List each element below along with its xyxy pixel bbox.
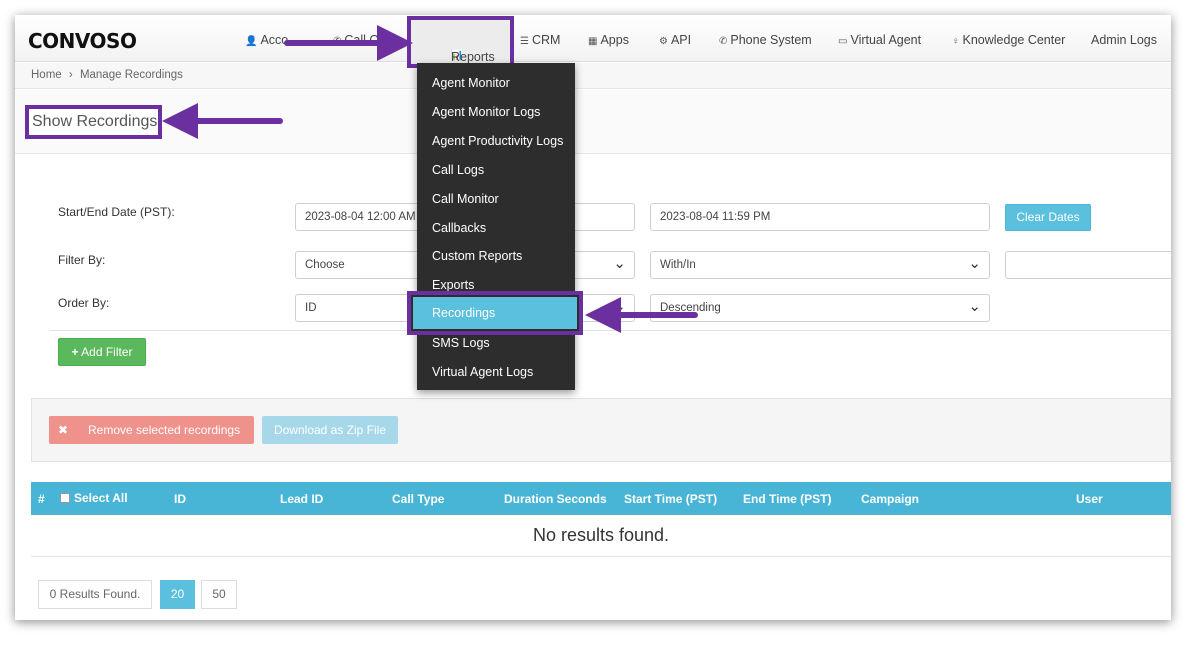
breadcrumb-home[interactable]: Home	[31, 69, 62, 81]
remove-recordings-label: Remove selected recordings	[88, 423, 241, 437]
filter-by-label: Filter By:	[58, 253, 106, 267]
gear-icon: ⚙	[659, 36, 668, 47]
col-call-type[interactable]: Call Type	[392, 492, 444, 506]
phone-icon: ✆	[719, 36, 728, 47]
breadcrumb: Home › Manage Recordings	[15, 63, 1171, 89]
nav-apps-label: Apps	[600, 33, 629, 47]
menu-agent-monitor[interactable]: Agent Monitor	[432, 76, 510, 90]
order-by-label: Order By:	[58, 296, 110, 310]
clear-dates-button[interactable]: Clear Dates	[1005, 204, 1091, 231]
menu-sms-logs[interactable]: SMS Logs	[432, 336, 490, 350]
app-window: CONVOSO 👤 Acco ✆ Call C ☰ CRM ▦ Apps ⚙ API ✆ P…	[15, 15, 1171, 620]
breadcrumb-current: Manage Recordings	[79, 69, 183, 81]
select-all-checkbox[interactable]	[60, 493, 70, 503]
page-title: Show Recordings	[32, 113, 158, 130]
add-filter-button[interactable]: + Add Filter	[58, 338, 146, 366]
recordings-table-header: # Select All ID Lead ID Call Type Durati…	[31, 482, 1171, 515]
nav-reports-label: Reports	[451, 50, 495, 64]
menu-callbacks[interactable]: Callbacks	[432, 221, 486, 235]
add-filter-label: Add Filter	[81, 345, 133, 359]
col-user[interactable]: User	[1076, 492, 1103, 506]
nav-apps[interactable]: ▦ Apps	[588, 33, 629, 47]
empty-state: No results found.	[31, 515, 1171, 557]
menu-agent-monitor-logs[interactable]: Agent Monitor Logs	[432, 105, 540, 119]
nav-crm-label: CRM	[531, 33, 561, 47]
plus-icon: +	[71, 345, 79, 359]
nav-call-center-label: Call C	[344, 33, 379, 47]
bulk-actions-panel: ✖ Remove selected recordings Download as…	[31, 398, 1171, 462]
results-count: 0 Results Found.	[38, 580, 152, 609]
download-zip-button[interactable]: Download as Zip File	[262, 416, 398, 444]
nav-phone-system-label: Phone System	[730, 33, 812, 47]
breadcrumb-separator: ›	[68, 69, 73, 81]
menu-custom-reports[interactable]: Custom Reports	[432, 249, 522, 263]
nav-admin-logs[interactable]: Admin Logs	[1091, 33, 1157, 47]
col-end-time[interactable]: End Time (PST)	[743, 492, 831, 506]
page-header: Show Recordings	[15, 90, 1171, 154]
page-size-50[interactable]: 50	[201, 580, 237, 609]
col-index: #	[38, 492, 45, 506]
nav-crm[interactable]: ☰ CRM	[520, 33, 560, 47]
list-icon: ☰	[520, 36, 529, 47]
menu-recordings[interactable]: Recordings	[407, 291, 583, 335]
col-id[interactable]: ID	[174, 492, 186, 506]
top-navbar: CONVOSO 👤 Acco ✆ Call C ☰ CRM ▦ Apps ⚙ API ✆ P…	[15, 15, 1171, 62]
menu-call-monitor[interactable]: Call Monitor	[432, 192, 499, 206]
menu-exports[interactable]: Exports	[432, 278, 474, 292]
form-divider	[49, 330, 1171, 331]
col-lead-id[interactable]: Lead ID	[280, 492, 323, 506]
grid-icon: ▦	[588, 36, 598, 47]
select-all-label: Select All	[74, 491, 128, 505]
nav-admin-logs-label: Admin Logs	[1091, 33, 1158, 47]
col-select-all[interactable]: Select All	[60, 491, 128, 505]
close-icon: ✖	[57, 423, 69, 437]
nav-api-label: API	[670, 33, 692, 47]
nav-virtual-agent[interactable]: ▭ Virtual Agent	[838, 33, 921, 47]
menu-recordings-label: Recordings	[432, 306, 496, 320]
nav-api[interactable]: ⚙ API	[659, 33, 691, 47]
monitor-icon: ▭	[838, 36, 848, 47]
menu-virtual-agent-logs[interactable]: Virtual Agent Logs	[432, 365, 533, 379]
col-duration[interactable]: Duration Seconds	[504, 492, 607, 506]
nav-call-center[interactable]: ✆ Call C	[333, 33, 378, 47]
order-direction-select[interactable]: Descending	[650, 294, 990, 322]
col-campaign[interactable]: Campaign	[861, 492, 919, 506]
nav-accounts[interactable]: 👤 Acco	[245, 33, 288, 47]
filter-value-input[interactable]	[1005, 251, 1171, 279]
nav-knowledge-center[interactable]: ♀ Knowledge Center	[952, 33, 1065, 47]
nav-virtual-agent-label: Virtual Agent	[850, 33, 922, 47]
nav-reports[interactable]: 📊 Reports	[407, 16, 514, 68]
filter-operator-select[interactable]: With/In	[650, 251, 990, 279]
menu-agent-productivity-logs[interactable]: Agent Productivity Logs	[432, 134, 563, 148]
page-size-20[interactable]: 20	[160, 580, 195, 609]
col-start-time[interactable]: Start Time (PST)	[624, 492, 717, 506]
end-date-input[interactable]: 2023-08-04 11:59 PM	[650, 203, 990, 231]
nav-knowledge-center-label: Knowledge Center	[962, 33, 1066, 47]
reports-dropdown-menu: Agent Monitor Agent Monitor Logs Agent P…	[417, 63, 575, 390]
nav-phone-system[interactable]: ✆ Phone System	[719, 33, 812, 47]
user-icon: 👤	[245, 36, 258, 47]
remove-recordings-button[interactable]: ✖ Remove selected recordings	[49, 416, 254, 444]
menu-call-logs[interactable]: Call Logs	[432, 163, 484, 177]
page-title-box: Show Recordings	[25, 105, 162, 139]
phone-icon: ✆	[333, 36, 342, 47]
nav-accounts-label: Acco	[260, 33, 289, 47]
convoso-logo[interactable]: CONVOSO	[28, 29, 137, 53]
date-range-label: Start/End Date (PST):	[58, 205, 175, 219]
lightbulb-icon: ♀	[952, 36, 960, 47]
